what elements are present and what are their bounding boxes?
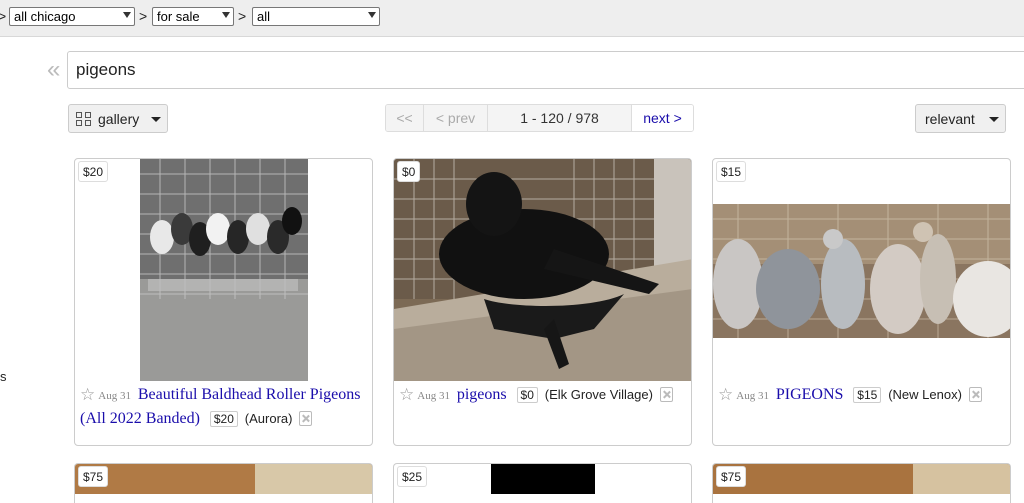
chevron-down-icon [222, 12, 230, 18]
listing-photo[interactable] [713, 464, 1011, 494]
posting-date: Aug 31 [417, 390, 450, 402]
view-mode-dropdown[interactable]: gallery [68, 104, 168, 133]
listing-meta: ☆ Aug 31 PIGEONS $15 (New Lenox) [718, 383, 1008, 407]
posting-date: Aug 31 [736, 390, 769, 402]
listing-card[interactable]: $0 ☆ Aug 31 pigeons $0 (Elk Grove Village… [393, 158, 692, 446]
star-icon[interactable]: ☆ [718, 385, 733, 404]
listing-location: (Elk Grove Village) [544, 387, 653, 402]
listing-meta: ☆ Aug 31 Beautiful Baldhead Roller Pigeon… [80, 383, 370, 430]
grid-view-icon [76, 112, 92, 127]
listing-title[interactable]: pigeons [457, 386, 507, 403]
star-icon[interactable]: ☆ [80, 385, 95, 404]
listing-card[interactable]: $75 [712, 463, 1011, 503]
chevron-down-icon [368, 12, 376, 18]
listing-card[interactable]: $15 ☆ Aug 31 PIGEONS $15 (New Lenox) [712, 158, 1011, 446]
section-select-value: for sale [157, 9, 200, 24]
section-select[interactable]: for sale [152, 7, 234, 26]
listing-price: $20 [209, 411, 238, 427]
listing-title[interactable]: PIGEONS [776, 386, 844, 403]
price-badge: $25 [397, 466, 428, 487]
listing-card[interactable]: $25 [393, 463, 692, 503]
result-range: 1 - 120 / 978 [488, 105, 632, 131]
star-icon[interactable]: ☆ [399, 385, 414, 404]
listing-photo[interactable] [394, 159, 692, 381]
listing-photo[interactable] [140, 159, 308, 381]
breadcrumb-separator: > [0, 8, 7, 24]
pagination: << < prev 1 - 120 / 978 next > [385, 104, 694, 132]
price-badge: $20 [78, 161, 109, 182]
hide-listing-icon[interactable] [968, 387, 982, 402]
sort-label: relevant [925, 111, 975, 127]
listing-photo[interactable] [713, 204, 1011, 338]
listing-location: (Aurora) [244, 411, 293, 426]
price-badge: $75 [78, 466, 109, 487]
caret-down-icon [989, 117, 999, 122]
category-select-value: all [257, 9, 271, 24]
hide-listing-icon[interactable] [299, 411, 313, 426]
next-page-button[interactable]: next > [632, 105, 693, 131]
listing-card[interactable]: $75 [74, 463, 373, 503]
listing-price: $0 [516, 387, 538, 403]
listing-price: $15 [853, 387, 882, 403]
posting-date: Aug 31 [98, 390, 131, 402]
sidebar-text-fragment: s [0, 369, 7, 384]
listing-photo[interactable] [491, 464, 595, 494]
area-select[interactable]: all chicago [9, 7, 135, 26]
breadcrumb-separator: > [238, 8, 247, 24]
hide-listing-icon[interactable] [659, 387, 673, 402]
price-badge: $15 [716, 161, 747, 182]
listing-photo[interactable] [75, 464, 373, 494]
view-mode-label: gallery [98, 111, 140, 127]
breadcrumb: > all chicago > for sale > all [0, 0, 1024, 37]
caret-down-icon [151, 117, 161, 122]
collapse-sidebar-icon[interactable]: « [47, 58, 61, 82]
search-input[interactable]: pigeons [67, 51, 1024, 89]
prev-page-button[interactable]: < prev [424, 105, 488, 131]
chevron-down-icon [123, 12, 131, 18]
listing-location: (New Lenox) [888, 387, 962, 402]
sort-dropdown[interactable]: relevant [915, 104, 1006, 133]
area-select-value: all chicago [14, 9, 76, 24]
price-badge: $0 [397, 161, 421, 182]
first-page-button[interactable]: << [386, 105, 424, 131]
category-select[interactable]: all [252, 7, 380, 26]
breadcrumb-separator: > [139, 8, 148, 24]
listing-meta: ☆ Aug 31 pigeons $0 (Elk Grove Village) [399, 383, 689, 407]
price-badge: $75 [716, 466, 747, 487]
listing-card[interactable]: $20 ☆ Aug 31 Beautiful Baldhead Roller Pi… [74, 158, 373, 446]
